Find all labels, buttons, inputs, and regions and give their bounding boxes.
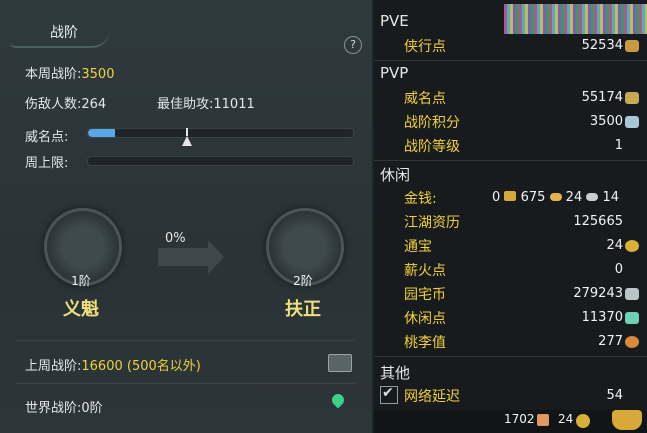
pvp-item-value: 55174 — [581, 90, 623, 105]
leisure-item-value: 277 — [598, 334, 623, 349]
gold-brick-icon — [504, 191, 517, 201]
peach-icon — [625, 336, 639, 348]
silver-ingot-icon — [586, 193, 599, 201]
money-value: 675 — [520, 190, 546, 205]
last-week-value: 16600 (500名以外) — [81, 359, 201, 374]
garden-coin-icon — [625, 288, 639, 300]
next-rank: 2阶 扶正 — [266, 208, 344, 321]
injured-label: 伤敌人数: — [25, 97, 82, 112]
help-icon[interactable]: ? — [344, 36, 362, 54]
coupon-icon — [537, 414, 549, 426]
latency-value: 54 — [606, 388, 623, 403]
panel-title: 战阶 — [50, 25, 78, 41]
tongbao-coin-icon — [576, 414, 590, 428]
leisure-item-value: 125665 — [573, 214, 623, 229]
world-rank-row: 世界战阶:0阶 — [25, 397, 103, 416]
section-pvp: PVP — [380, 64, 409, 82]
injured-value: 264 — [81, 97, 107, 112]
xiaxing-icon — [625, 40, 639, 52]
money-label: 金钱: — [404, 191, 437, 207]
money-value: 14 — [602, 190, 620, 205]
assist-label: 最佳助攻: — [157, 97, 214, 112]
leisure-item-label: 通宝 — [404, 239, 432, 255]
rank-points-icon — [625, 116, 639, 128]
leisure-item-label: 园宅币 — [404, 287, 446, 303]
tongbao-value: 24 — [558, 412, 574, 426]
leisure-item-label: 薪火点 — [404, 263, 446, 279]
divider — [374, 60, 647, 61]
latency-label: 网络延迟 — [404, 389, 460, 405]
weekly-rank-row: 本周战阶:3500 — [25, 63, 114, 82]
prestige-bar-fill — [88, 129, 115, 137]
leisure-point-icon — [625, 312, 639, 324]
weekly-cap-bar — [87, 156, 354, 166]
money-values: 0 675 24 14 — [492, 190, 619, 205]
leisure-item-label: 桃李值 — [404, 335, 446, 351]
assist-row: 最佳助攻:11011 — [157, 93, 255, 112]
divider — [15, 340, 355, 341]
world-rank-value: 0阶 — [81, 401, 103, 416]
panel-header: 战阶 ? — [0, 14, 372, 54]
section-leisure: 休闲 — [380, 166, 411, 184]
divider — [374, 160, 647, 161]
prestige-icon — [625, 92, 639, 104]
pvp-item-value: 3500 — [589, 114, 623, 129]
progress-percent: 0% — [165, 231, 186, 246]
pvp-item-label: 战阶等级 — [404, 139, 460, 155]
cap-marker-icon — [182, 136, 192, 146]
leisure-item-label: 江湖资历 — [404, 215, 460, 231]
gold-ingot-shop-icon[interactable] — [612, 410, 642, 430]
leisure-item-value: 0 — [614, 262, 623, 277]
chest-icon[interactable] — [328, 354, 352, 372]
prestige-label: 威名点: — [25, 130, 69, 145]
coupon-value: 1702 — [504, 412, 535, 426]
assist-value: 11011 — [213, 97, 255, 112]
pvp-item-label: 威名点 — [404, 91, 446, 107]
divider — [374, 356, 647, 357]
next-rank-level: 2阶 — [293, 274, 313, 288]
pvp-item-value: 1 — [614, 138, 623, 153]
divider — [15, 383, 355, 384]
weekly-rank-value: 3500 — [81, 67, 115, 82]
weekly-rank-label: 本周战阶: — [25, 67, 82, 82]
currency-panel: PVE 侠行点 52534 PVP 威名点 55174 战阶积分 3500 战阶… — [374, 0, 647, 433]
tongbao-coin-icon — [625, 240, 639, 252]
current-rank-name: 义魁 — [63, 299, 99, 320]
current-rank-level: 1阶 — [71, 274, 91, 288]
leisure-item-value: 279243 — [573, 286, 623, 301]
leisure-item-value: 24 — [606, 238, 623, 253]
world-rank-label: 世界战阶: — [25, 401, 82, 416]
leisure-item-value: 11370 — [581, 310, 623, 325]
injured-row: 伤敌人数:264 — [25, 93, 106, 112]
last-week-row: 上周战阶:16600 (500名以外) — [25, 355, 201, 374]
next-rank-name: 扶正 — [285, 299, 321, 320]
prestige-bar — [87, 128, 354, 138]
pve-item-value: 52534 — [581, 38, 623, 53]
gold-ingot-icon — [549, 193, 562, 201]
section-other: 其他 — [380, 364, 411, 382]
location-pin-icon[interactable] — [329, 391, 347, 409]
current-rank: 1阶 义魁 — [44, 208, 122, 321]
section-pve: PVE — [380, 12, 409, 30]
cap-marker-line — [186, 128, 188, 136]
last-week-label: 上周战阶: — [25, 359, 82, 374]
money-value: 0 — [492, 190, 501, 205]
latency-checkbox[interactable] — [380, 385, 398, 404]
overlay-buff-strip — [504, 4, 647, 34]
money-value: 24 — [565, 190, 583, 205]
weekly-cap-label: 周上限: — [25, 156, 69, 171]
arrow-body — [158, 248, 208, 266]
leisure-item-label: 休闲点 — [404, 311, 446, 327]
rank-panel: 战阶 ? 本周战阶:3500 伤敌人数:264 最佳助攻:11011 威名点: … — [0, 0, 372, 433]
arrow-right-icon — [208, 240, 224, 274]
pvp-item-label: 战阶积分 — [404, 115, 460, 131]
pve-item-label: 侠行点 — [404, 39, 446, 55]
